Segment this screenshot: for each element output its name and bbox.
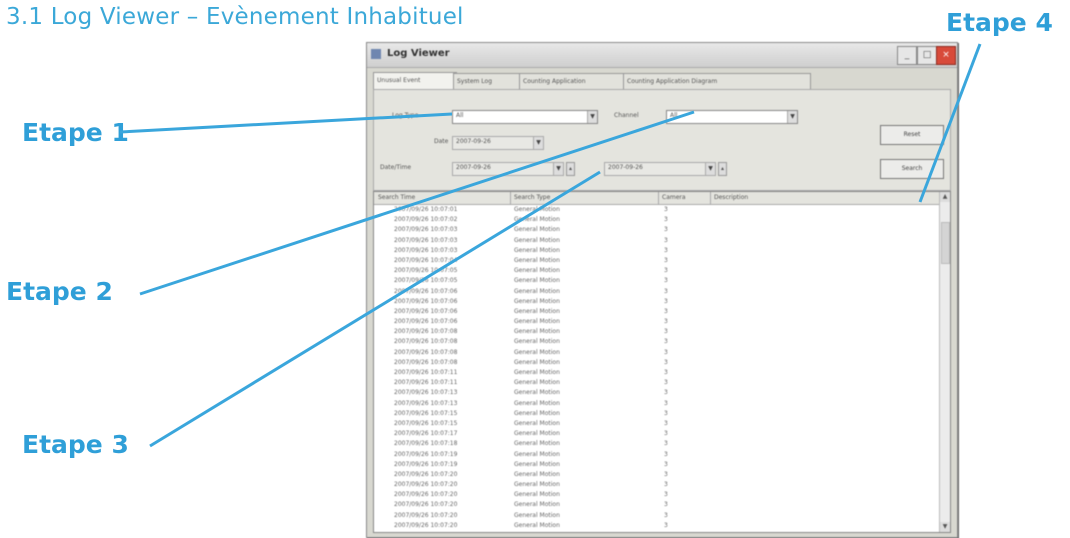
callout-line-step-3 — [149, 170, 601, 448]
callout-line-step-4 — [918, 43, 982, 203]
callout-lines — [119, 43, 982, 448]
callout-line-step-2 — [139, 110, 695, 296]
callout-line-step-1 — [119, 112, 453, 134]
